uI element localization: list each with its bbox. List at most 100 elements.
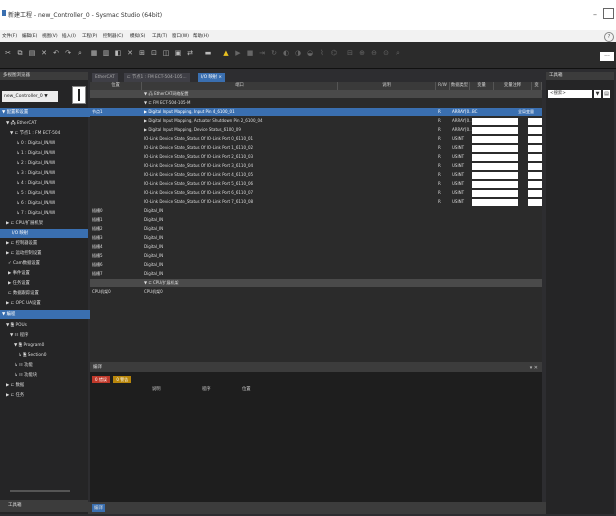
table-row[interactable]: 插槽6 Digital_IN — [90, 261, 542, 269]
variable-type-input[interactable] — [528, 118, 542, 125]
menu-view[interactable]: 视图(V) — [42, 33, 58, 39]
force-cancel-icon[interactable]: ◒ — [306, 49, 314, 57]
table-row[interactable]: IO-Link Device State_Status Of IO-Link P… — [90, 189, 542, 197]
variable-input[interactable] — [472, 154, 518, 161]
toolbox-footer[interactable]: 工具箱 — [0, 500, 88, 512]
variable-type-input[interactable] — [528, 154, 542, 161]
table-row[interactable]: 插槽2 Digital_IN — [90, 225, 542, 233]
variable-input[interactable] — [472, 190, 518, 197]
variable-input[interactable] — [472, 127, 518, 134]
table-row[interactable]: ▶ Digital Input Mapping, Actuator Shutdo… — [90, 117, 542, 125]
zoom-out-icon[interactable]: ⊖ — [370, 49, 378, 57]
step-icon[interactable]: ⇥ — [258, 49, 266, 57]
simulate-icon[interactable]: ⌬ — [330, 49, 338, 57]
run-icon[interactable]: ▶ — [234, 49, 242, 57]
variable-input[interactable] — [472, 163, 518, 170]
tree-section0[interactable]: ↳ 🗎 Section0 — [0, 351, 47, 360]
warning-icon[interactable]: ▲ — [222, 49, 230, 57]
table-row[interactable]: ▼ 🖧 EtherCAT网络配置 — [90, 90, 542, 98]
trace-icon[interactable]: ⌇ — [318, 49, 326, 57]
table-row[interactable]: IO-Link Device State_Status Of IO-Link P… — [90, 144, 542, 152]
toolbar-overflow-button[interactable]: ... — [600, 52, 614, 61]
variable-input[interactable] — [472, 136, 518, 143]
menu-tools[interactable]: 工具(T) — [152, 33, 167, 39]
tree-slot0[interactable]: ↳ 0 : Digital_IN/WI — [0, 139, 55, 148]
toolbox-search-input[interactable]: <搜索> — [548, 90, 592, 98]
tree-event-settings[interactable]: ▶ 事件设置 — [0, 269, 30, 278]
table-row[interactable]: ▼ ⊏ CPU/扩展机架 — [90, 279, 542, 287]
tree-tasks[interactable]: ▶ ⊏ 任务 — [0, 391, 24, 400]
tree-slot7[interactable]: ↳ 7 : Digital_IN/WI — [0, 209, 55, 218]
delete-icon[interactable]: ✕ — [40, 49, 48, 57]
table-row[interactable]: 插槽4 Digital_IN — [90, 243, 542, 251]
tree-program0[interactable]: ▼ 🗎 Program0 — [0, 341, 44, 350]
tree-pous[interactable]: ▼ 🗎 POUs — [0, 321, 27, 330]
stop-icon[interactable]: ■ — [246, 49, 254, 57]
build-icon[interactable]: ✕ — [126, 49, 134, 57]
force-off-icon[interactable]: ◑ — [294, 49, 302, 57]
variable-input[interactable] — [472, 118, 518, 125]
variable-type-input[interactable] — [528, 163, 542, 170]
build-status-tab[interactable]: 编译 — [92, 504, 105, 512]
variable-type-input[interactable] — [528, 136, 542, 143]
error-count-badge[interactable]: 0 错误 — [92, 376, 110, 383]
variable-input[interactable] — [472, 172, 518, 179]
menu-simulation[interactable]: 模拟(S) — [130, 33, 145, 39]
program-mode-icon[interactable]: ▬ — [204, 49, 212, 57]
variable-type-input[interactable] — [528, 181, 542, 188]
controller-select[interactable]: new_Controller_0 ▼ — [2, 91, 58, 102]
variable-type-input[interactable] — [528, 190, 542, 197]
tree-slot6[interactable]: ↳ 6 : Digital_IN/WI — [0, 199, 55, 208]
sync-icon[interactable]: ⇄ — [186, 49, 194, 57]
table-row[interactable]: IO-Link Device State_Status Of IO-Link P… — [90, 135, 542, 143]
menu-window[interactable]: 窗口(W) — [172, 33, 189, 39]
zoom-fit-icon[interactable]: ⊟ — [346, 49, 354, 57]
variable-type-input[interactable] — [528, 172, 542, 179]
zoom-reset-icon[interactable]: ⊙ — [382, 49, 390, 57]
tree-data[interactable]: ▶ ⊏ 数据 — [0, 381, 24, 390]
table-row[interactable]: 节点1 ▶ Digital Input Mapping, Input Pin 4_… — [90, 108, 542, 116]
controller-toggle[interactable] — [72, 86, 86, 104]
undo-icon[interactable]: ↶ — [52, 49, 60, 57]
tab-io-map[interactable]: I/O 映射 × — [198, 73, 226, 82]
table-row[interactable]: 插槽3 Digital_IN — [90, 234, 542, 242]
monitor-icon[interactable]: ◫ — [162, 49, 170, 57]
table-row[interactable]: IO-Link Device State_Status Of IO-Link P… — [90, 180, 542, 188]
toolbox-view-button[interactable]: ▤ — [603, 90, 610, 98]
cross-ref-icon[interactable]: ⊡ — [150, 49, 158, 57]
tree-slot3[interactable]: ↳ 3 : Digital_IN/WI — [0, 169, 55, 178]
table-row[interactable]: CPU机架0 CPU机架0 — [90, 288, 542, 296]
variable-icon[interactable]: ⊞ — [138, 49, 146, 57]
tab-ethercat[interactable]: EtherCAT — [92, 73, 118, 82]
tree-slot1[interactable]: ↳ 1 : Digital_IN/WI — [0, 149, 55, 158]
tree-node1[interactable]: ▼ ⊏ 节点1 : FM ECT-504 — [0, 129, 60, 138]
table-row[interactable]: IO-Link Device State_Status Of IO-Link P… — [90, 198, 542, 206]
tree-slot4[interactable]: ↳ 4 : Digital_IN/WI — [0, 179, 55, 188]
tree-io-map[interactable]: I/O 映射 — [0, 229, 88, 238]
compare-icon[interactable]: ◧ — [114, 49, 122, 57]
cut-icon[interactable]: ✂ — [4, 49, 12, 57]
tree-opcua-settings[interactable]: ▶ ⊏ OPC UA设置 — [0, 299, 41, 308]
help-icon[interactable]: ? — [604, 32, 614, 42]
tree-ethercat[interactable]: ▼ 🖧 EtherCAT — [0, 119, 37, 128]
variable-input[interactable] — [472, 145, 518, 152]
table-row[interactable]: 插槽0 Digital_IN — [90, 207, 542, 215]
tab-node1[interactable]: ⊏ 节点1 : FM ECT-504-105... — [124, 73, 190, 82]
copy-icon[interactable]: ⧉ — [16, 49, 24, 57]
tree-programs[interactable]: ▼ ☷ 程序 — [0, 331, 28, 340]
online-icon[interactable]: ▣ — [174, 49, 182, 57]
table-row[interactable]: ▶ Digital Input Mapping, Device Status_6… — [90, 126, 542, 134]
table-row[interactable]: 插槽1 Digital_IN — [90, 216, 542, 224]
paste-icon[interactable]: ▤ — [28, 49, 36, 57]
variable-type-input[interactable] — [528, 127, 542, 134]
table-row[interactable]: 插槽5 Digital_IN — [90, 252, 542, 260]
tree-function-blocks[interactable]: ↳ ☷ 功能块 — [0, 371, 37, 380]
table-row[interactable]: IO-Link Device State_Status Of IO-Link P… — [90, 171, 542, 179]
variable-type-input[interactable] — [528, 145, 542, 152]
explorer-scrollbar[interactable] — [10, 490, 70, 492]
tree-programming[interactable]: ▼ 编程 — [0, 310, 90, 319]
menu-project[interactable]: 工程(P) — [82, 33, 97, 39]
grid-icon[interactable]: ▦ — [90, 49, 98, 57]
force-on-icon[interactable]: ◐ — [282, 49, 290, 57]
variable-input[interactable] — [472, 181, 518, 188]
